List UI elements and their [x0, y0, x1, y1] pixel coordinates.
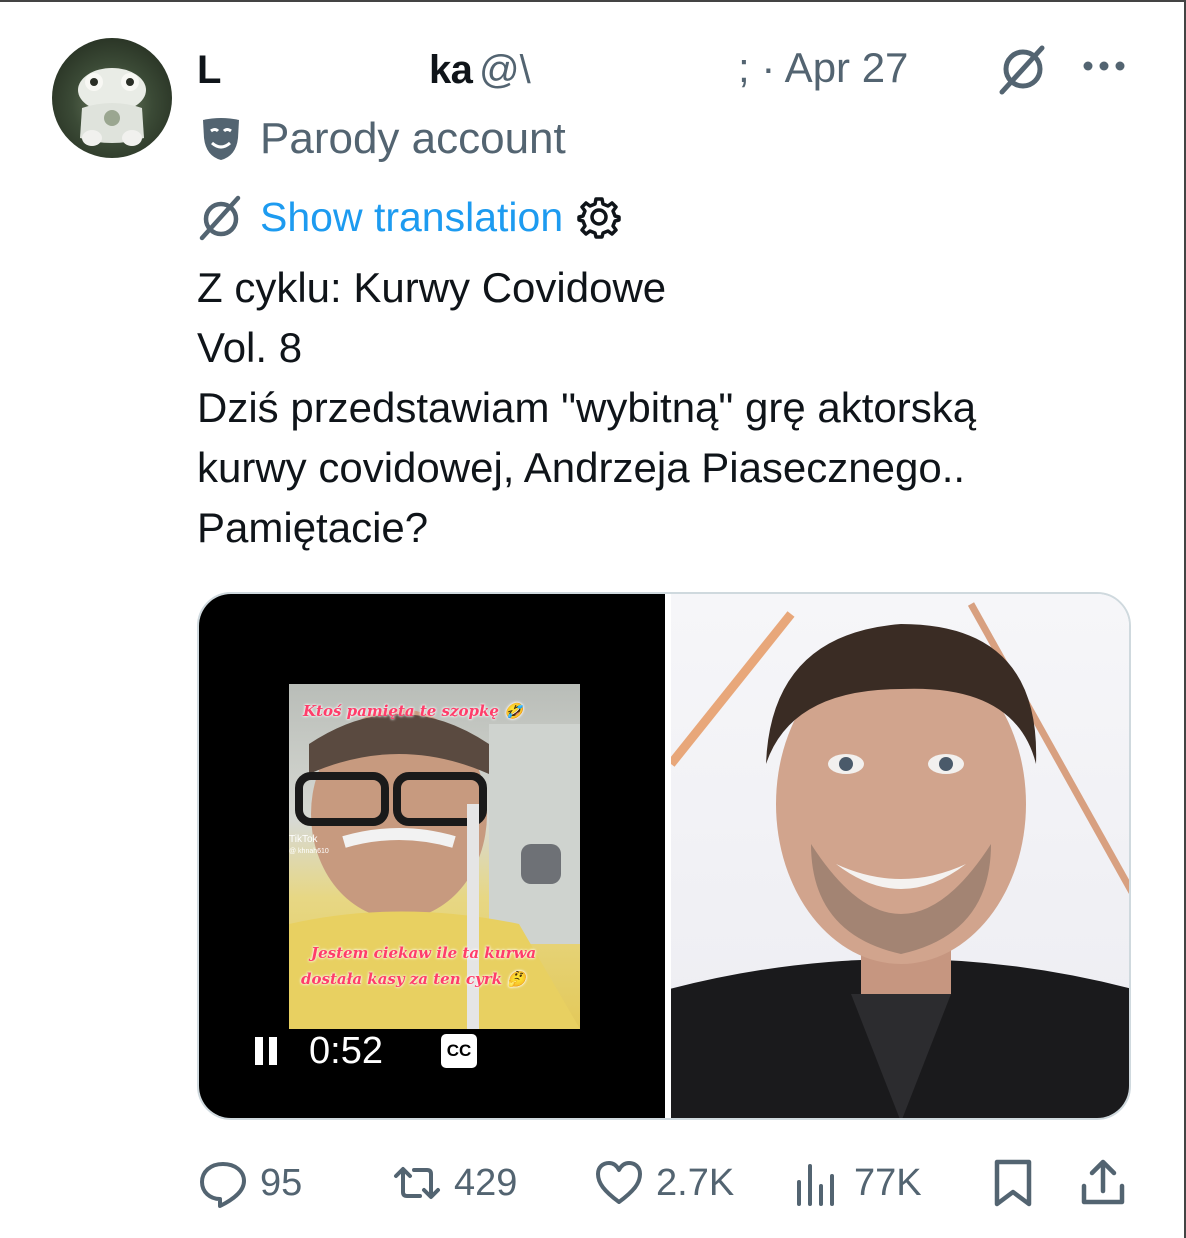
- view-count: 77K: [854, 1161, 922, 1204]
- like-icon: [596, 1161, 642, 1204]
- bookmark-icon: [994, 1159, 1032, 1207]
- reply-button[interactable]: 95: [198, 1158, 302, 1208]
- post-line: Vol. 8: [197, 324, 303, 371]
- like-button[interactable]: 2.7K: [594, 1158, 734, 1208]
- video-caption-bottom: dostała kasy za ten cyrk 🤔: [301, 970, 526, 988]
- repost-button[interactable]: 429: [392, 1158, 517, 1208]
- settings-gear-icon[interactable]: [577, 195, 621, 239]
- reply-icon: [200, 1162, 246, 1208]
- share-icon: [1081, 1159, 1125, 1205]
- share-button[interactable]: [1078, 1158, 1128, 1208]
- parody-label: Parody account: [200, 114, 566, 164]
- post-line: Pamiętacie?: [197, 504, 429, 551]
- video-caption-top: Ktoś pamięta te szopkę 🤣: [303, 702, 523, 720]
- post-text: Z cyklu: Kurwy Covidowe Vol. 8 Dziś prze…: [197, 258, 1097, 558]
- bookmark-button[interactable]: [988, 1158, 1038, 1208]
- media-grid: Ktoś pamięta te szopkę 🤣 TikTok @ khnah6…: [197, 592, 1131, 1120]
- show-translation[interactable]: Show translation: [196, 192, 621, 242]
- repost-icon: [394, 1167, 440, 1199]
- photo[interactable]: [671, 594, 1129, 1118]
- author-handle[interactable]: @\: [479, 48, 531, 93]
- parody-mask-icon: [203, 118, 239, 160]
- grok-icon[interactable]: [994, 40, 1052, 98]
- post-line: kurwy covidowej, Andrzeja Piasecznego..: [197, 444, 966, 491]
- video-time: 0:52: [309, 1030, 383, 1072]
- reply-count: 95: [260, 1161, 303, 1204]
- video-caption-bottom: Jestem ciekaw ile ta kurwa: [311, 944, 537, 962]
- captions-button[interactable]: CC: [441, 1034, 477, 1068]
- author-name[interactable]: Lka: [197, 48, 473, 93]
- tiktok-user: @ khnah610: [289, 848, 329, 855]
- tiktok-watermark: TikTok: [289, 834, 318, 845]
- post-date[interactable]: ; · Apr 27: [738, 44, 908, 92]
- repost-count: 429: [454, 1161, 518, 1204]
- post-line: Z cyklu: Kurwy Covidowe: [197, 264, 667, 311]
- video-thumbnail: Ktoś pamięta te szopkę 🤣 TikTok @ khnah6…: [289, 684, 580, 1029]
- like-count: 2.7K: [656, 1161, 735, 1204]
- views-button[interactable]: 77K: [792, 1158, 922, 1208]
- video-player[interactable]: Ktoś pamięta te szopkę 🤣 TikTok @ khnah6…: [199, 594, 665, 1118]
- pause-icon[interactable]: [253, 1036, 279, 1066]
- translate-icon: [199, 195, 241, 241]
- views-icon: [797, 1164, 834, 1206]
- avatar[interactable]: [52, 38, 172, 158]
- post-line: Dziś przedstawiam "wybitną" grę aktorską: [197, 384, 977, 431]
- more-icon[interactable]: [1080, 48, 1128, 84]
- action-bar: 95 429 2.7K 77K: [0, 1158, 1186, 1222]
